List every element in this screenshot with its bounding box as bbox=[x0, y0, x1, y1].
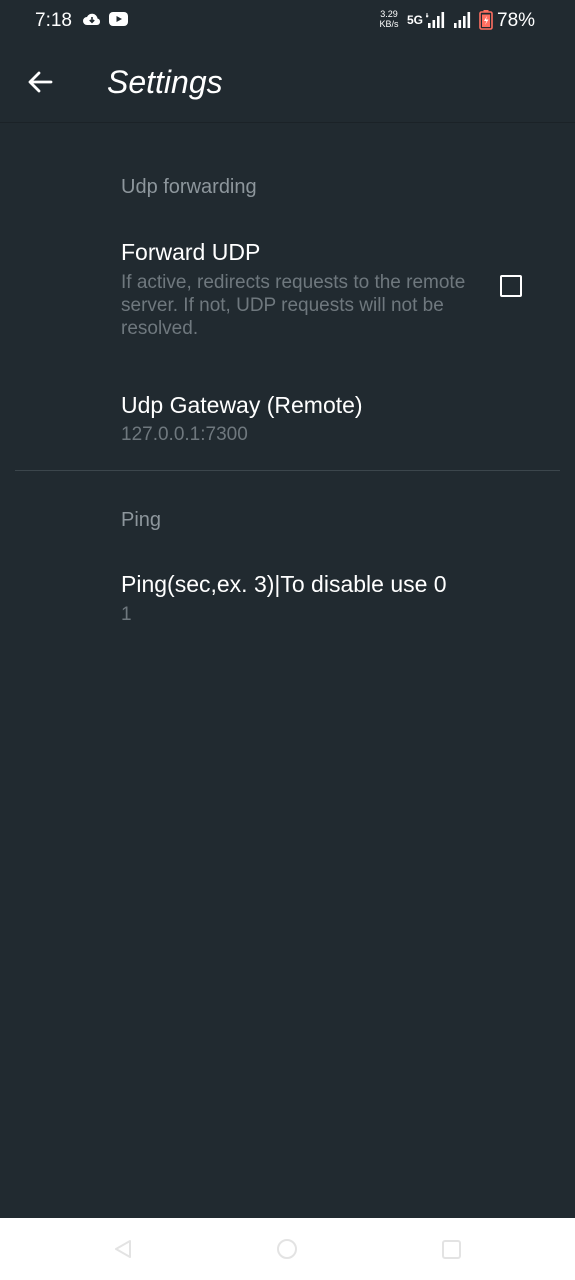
cloud-icon bbox=[83, 13, 101, 25]
pref-forward-udp[interactable]: Forward UDP If active, redirects request… bbox=[0, 225, 575, 355]
pref-ping-interval-value: 1 bbox=[121, 604, 132, 625]
section-header-udp: Udp forwarding bbox=[121, 176, 257, 198]
arrow-left-icon bbox=[28, 71, 53, 93]
pref-ping-interval[interactable]: Ping(sec,ex. 3)|To disable use 0 1 bbox=[0, 555, 575, 645]
forward-udp-checkbox[interactable] bbox=[500, 275, 522, 297]
status-time: 7:18 bbox=[35, 10, 72, 31]
section-header-ping: Ping bbox=[121, 509, 162, 531]
network-type: 5G bbox=[407, 13, 424, 27]
nav-recents-icon[interactable] bbox=[441, 1239, 462, 1260]
signal-icon bbox=[454, 12, 471, 28]
settings-screen: 7:18 3.29 KB/s 5G 78% Settings Udp forwa… bbox=[0, 0, 575, 1280]
pref-forward-udp-summary: If active, redirects requests to the rem… bbox=[121, 272, 466, 339]
network-speed-unit: KB/s bbox=[379, 19, 399, 29]
status-bar: 7:18 3.29 KB/s 5G 78% bbox=[0, 0, 575, 42]
nav-home-icon[interactable] bbox=[276, 1238, 298, 1260]
pref-forward-udp-title: Forward UDP bbox=[121, 239, 261, 265]
page-title: Settings bbox=[107, 64, 223, 100]
pref-udp-gateway[interactable]: Udp Gateway (Remote) 127.0.0.1:7300 bbox=[0, 375, 575, 465]
network-speed-value: 3.29 bbox=[380, 9, 398, 19]
youtube-icon bbox=[109, 12, 128, 26]
pref-ping-interval-title: Ping(sec,ex. 3)|To disable use 0 bbox=[121, 571, 447, 597]
pref-udp-gateway-value: 127.0.0.1:7300 bbox=[121, 424, 248, 445]
app-bar: Settings bbox=[0, 42, 575, 123]
network-speed: 3.29 KB/s bbox=[376, 9, 402, 29]
section-divider bbox=[15, 470, 560, 471]
back-button[interactable] bbox=[20, 62, 60, 102]
battery-percentage: 78% bbox=[497, 10, 536, 31]
nav-back-icon[interactable] bbox=[112, 1238, 134, 1260]
signal-icon bbox=[426, 12, 445, 28]
battery-icon bbox=[479, 10, 493, 30]
system-nav-bar bbox=[0, 1218, 575, 1280]
pref-udp-gateway-title: Udp Gateway (Remote) bbox=[121, 392, 363, 418]
